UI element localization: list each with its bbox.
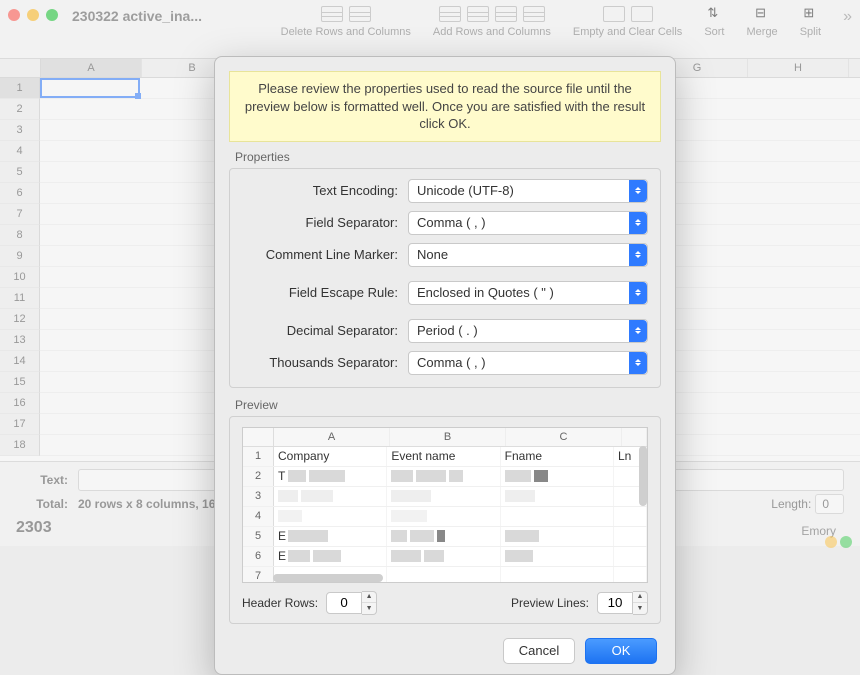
text-encoding-label: Text Encoding: bbox=[242, 183, 398, 198]
chevron-updown-icon bbox=[629, 352, 647, 374]
preview-cell[interactable]: E bbox=[274, 527, 387, 546]
preview-cell[interactable] bbox=[387, 467, 500, 486]
step-up-icon: ▲ bbox=[362, 592, 376, 604]
preview-cell[interactable]: T bbox=[274, 467, 387, 486]
preview-section: A B C 1 Company Event name Fname Ln 2 T bbox=[229, 416, 661, 624]
preview-cell[interactable] bbox=[501, 487, 614, 506]
chevron-updown-icon bbox=[629, 244, 647, 266]
preview-scroll-vertical[interactable] bbox=[639, 446, 647, 506]
preview-cell[interactable] bbox=[387, 567, 500, 583]
preview-cell[interactable]: E bbox=[274, 547, 387, 566]
cancel-button[interactable]: Cancel bbox=[503, 638, 575, 664]
chevron-updown-icon bbox=[629, 320, 647, 342]
thousands-sep-select[interactable]: Comma ( , ) bbox=[408, 351, 648, 375]
chevron-updown-icon bbox=[629, 180, 647, 202]
properties-section: Text Encoding: Unicode (UTF-8) Field Sep… bbox=[229, 168, 661, 388]
preview-cell[interactable] bbox=[501, 507, 614, 526]
comment-marker-select[interactable]: None bbox=[408, 243, 648, 267]
decimal-sep-label: Decimal Separator: bbox=[242, 323, 398, 338]
preview-row-header[interactable]: 7 bbox=[243, 567, 274, 583]
header-rows-input[interactable] bbox=[326, 592, 362, 614]
preview-cell[interactable] bbox=[614, 507, 647, 526]
preview-cell[interactable]: Fname bbox=[501, 447, 614, 466]
preview-cell[interactable] bbox=[614, 527, 647, 546]
preview-col-d[interactable] bbox=[622, 428, 647, 446]
dialog-banner: Please review the properties used to rea… bbox=[229, 71, 661, 142]
preview-row-header[interactable]: 6 bbox=[243, 547, 274, 566]
header-rows-stepper[interactable]: ▲▼ bbox=[362, 591, 377, 615]
preview-cell[interactable] bbox=[387, 507, 500, 526]
preview-scroll-horizontal[interactable] bbox=[273, 574, 383, 582]
properties-label: Properties bbox=[235, 150, 655, 164]
preview-cell[interactable] bbox=[274, 487, 387, 506]
preview-lines-label: Preview Lines: bbox=[511, 596, 589, 610]
preview-col-b[interactable]: B bbox=[390, 428, 506, 446]
preview-cell[interactable] bbox=[614, 567, 647, 583]
preview-col-c[interactable]: C bbox=[506, 428, 622, 446]
step-down-icon: ▼ bbox=[633, 603, 647, 614]
text-encoding-select[interactable]: Unicode (UTF-8) bbox=[408, 179, 648, 203]
chevron-updown-icon bbox=[629, 282, 647, 304]
preview-cell[interactable] bbox=[501, 547, 614, 566]
field-separator-label: Field Separator: bbox=[242, 215, 398, 230]
preview-row-header[interactable]: 5 bbox=[243, 527, 274, 546]
preview-cell[interactable] bbox=[387, 487, 500, 506]
preview-cell[interactable] bbox=[387, 527, 500, 546]
preview-lines-input[interactable] bbox=[597, 592, 633, 614]
chevron-updown-icon bbox=[629, 212, 647, 234]
preview-row-header[interactable]: 1 bbox=[243, 447, 274, 466]
comment-marker-label: Comment Line Marker: bbox=[242, 247, 398, 262]
escape-rule-select[interactable]: Enclosed in Quotes ( " ) bbox=[408, 281, 648, 305]
preview-row-header[interactable]: 3 bbox=[243, 487, 274, 506]
step-up-icon: ▲ bbox=[633, 592, 647, 604]
preview-cell[interactable]: Event name bbox=[387, 447, 500, 466]
decimal-sep-select[interactable]: Period ( . ) bbox=[408, 319, 648, 343]
header-rows-label: Header Rows: bbox=[242, 596, 318, 610]
escape-rule-label: Field Escape Rule: bbox=[242, 285, 398, 300]
preview-label: Preview bbox=[235, 398, 655, 412]
preview-cell[interactable] bbox=[274, 507, 387, 526]
modal-backdrop: Please review the properties used to rea… bbox=[0, 0, 860, 656]
preview-col-a[interactable]: A bbox=[274, 428, 390, 446]
preview-cell[interactable] bbox=[387, 547, 500, 566]
thousands-sep-label: Thousands Separator: bbox=[242, 355, 398, 370]
step-down-icon: ▼ bbox=[362, 603, 376, 614]
preview-row-header[interactable]: 4 bbox=[243, 507, 274, 526]
field-separator-select[interactable]: Comma ( , ) bbox=[408, 211, 648, 235]
preview-cell[interactable] bbox=[501, 467, 614, 486]
preview-cell[interactable] bbox=[614, 547, 647, 566]
preview-row-header[interactable]: 2 bbox=[243, 467, 274, 486]
preview-cell[interactable] bbox=[501, 527, 614, 546]
preview-grid[interactable]: A B C 1 Company Event name Fname Ln 2 T bbox=[242, 427, 648, 583]
preview-cell[interactable] bbox=[501, 567, 614, 583]
ok-button[interactable]: OK bbox=[585, 638, 657, 664]
import-dialog: Please review the properties used to rea… bbox=[214, 56, 676, 675]
preview-cell[interactable]: Company bbox=[274, 447, 387, 466]
preview-lines-stepper[interactable]: ▲▼ bbox=[633, 591, 648, 615]
